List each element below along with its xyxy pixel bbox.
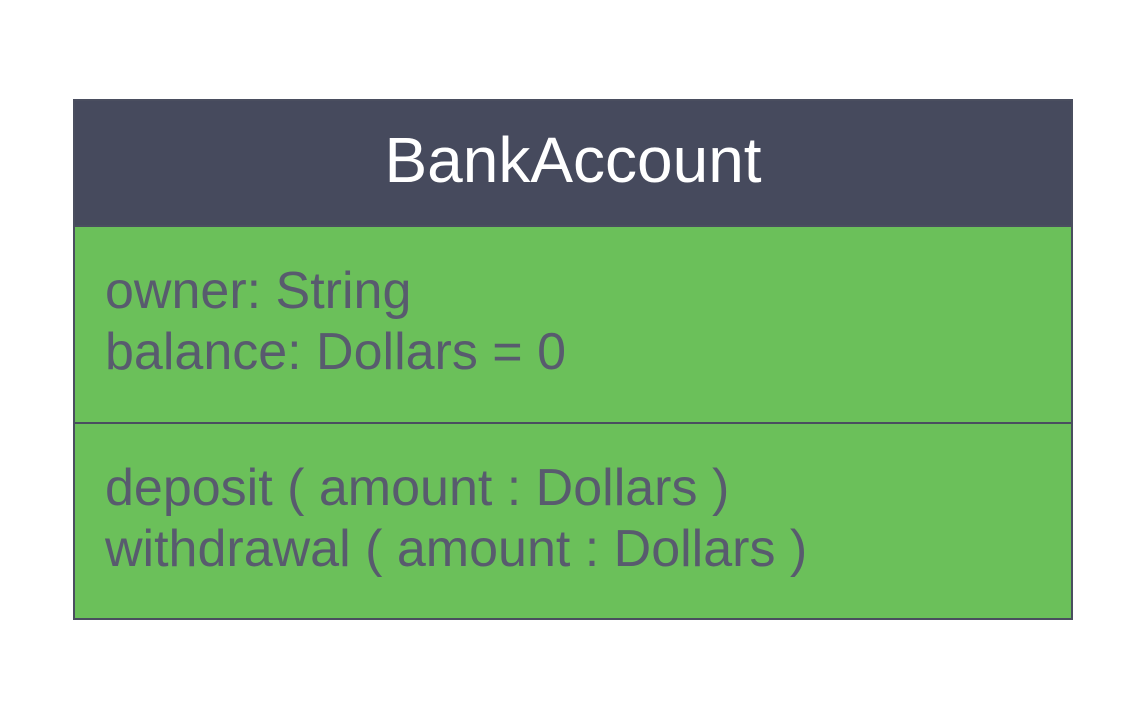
attribute-line: balance: Dollars = 0 — [105, 322, 1041, 383]
method-line: deposit ( amount : Dollars ) — [105, 458, 1041, 519]
methods-section: deposit ( amount : Dollars ) withdrawal … — [75, 424, 1071, 619]
attributes-section: owner: String balance: Dollars = 0 — [75, 227, 1071, 424]
method-line: withdrawal ( amount : Dollars ) — [105, 519, 1041, 580]
class-name-header: BankAccount — [75, 101, 1071, 227]
class-name: BankAccount — [384, 124, 761, 196]
attribute-line: owner: String — [105, 261, 1041, 322]
uml-class-box: BankAccount owner: String balance: Dolla… — [73, 99, 1073, 620]
